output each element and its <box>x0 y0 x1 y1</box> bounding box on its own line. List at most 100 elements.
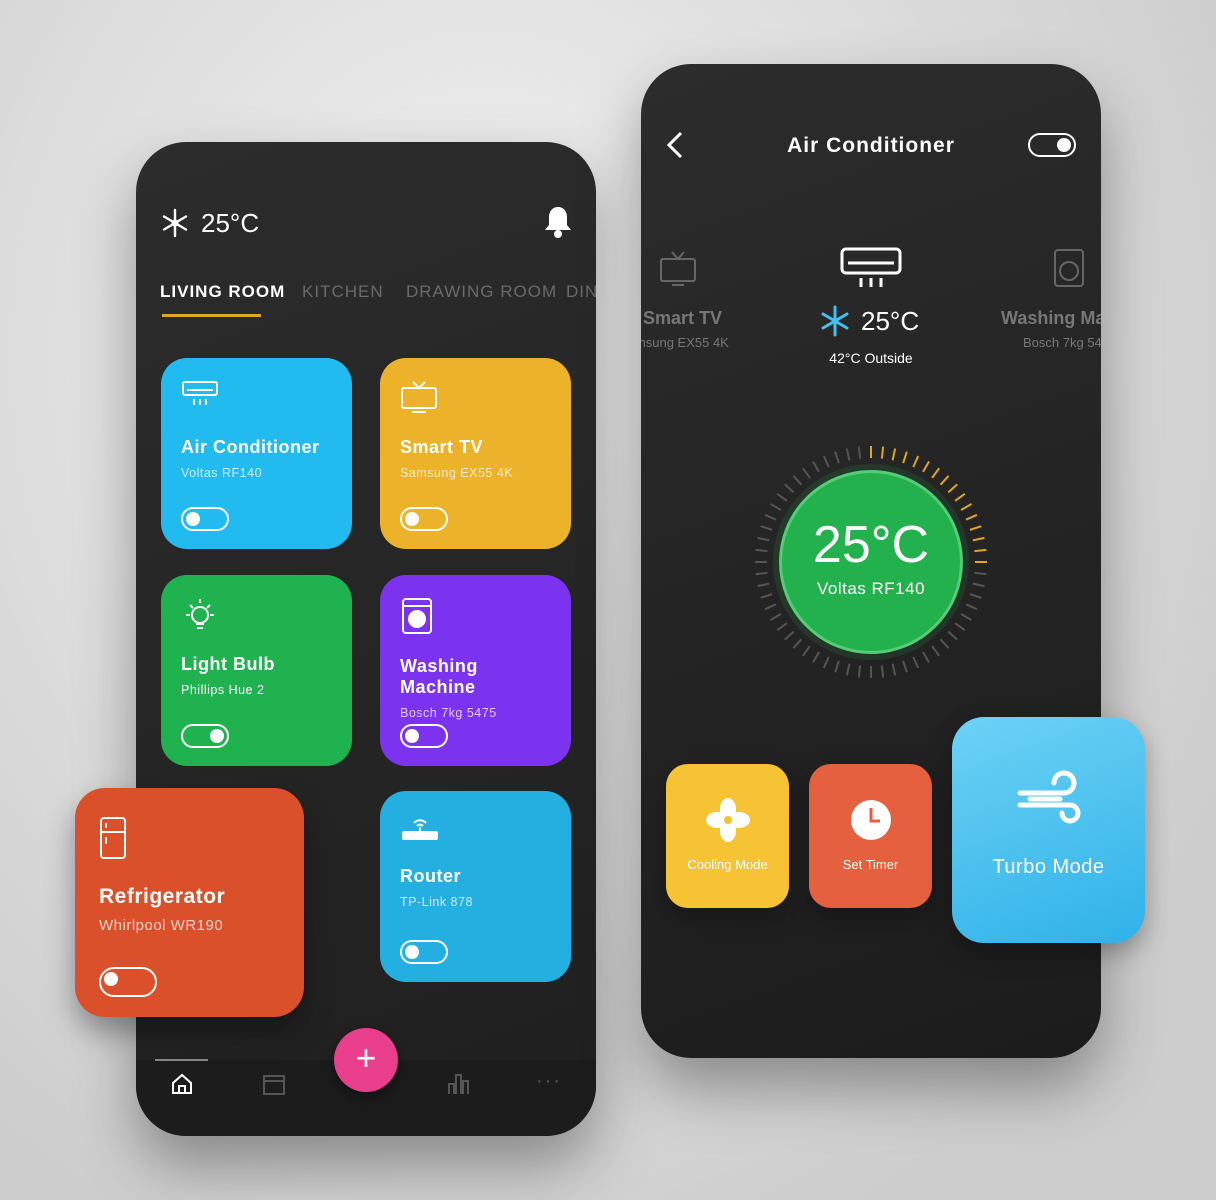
dial-tick <box>764 513 777 521</box>
bell-icon[interactable] <box>544 205 572 239</box>
dial-tick <box>969 525 982 531</box>
clock-icon <box>850 800 891 840</box>
home-icon[interactable] <box>170 1072 194 1096</box>
power-toggle[interactable] <box>1028 133 1076 157</box>
device-toggle[interactable] <box>400 940 448 964</box>
device-toggle[interactable] <box>400 724 448 748</box>
snowflake-icon <box>821 305 849 337</box>
device-toggle[interactable] <box>181 724 229 748</box>
mode-label: Cooling Mode <box>687 857 768 872</box>
dial-tick <box>776 493 788 502</box>
active-tab-underline <box>162 314 261 317</box>
device-model: TP-Link 878 <box>400 895 473 909</box>
temperature-dial[interactable]: 25°C Voltas RF140 <box>779 470 963 654</box>
dial-tick <box>902 660 908 673</box>
dial-tick <box>822 455 830 468</box>
dial-tick <box>939 475 950 486</box>
dial-tick <box>880 446 885 459</box>
dial-tick <box>784 483 795 494</box>
dial-tick <box>784 630 795 641</box>
device-card-washing-machine[interactable]: Washing Machine Bosch 7kg 5475 <box>380 575 571 766</box>
dial-tick <box>760 525 773 531</box>
dial-tick <box>812 461 820 473</box>
dial-tick <box>965 513 978 521</box>
dial-tick <box>960 503 972 511</box>
washing-machine-icon <box>1054 249 1084 287</box>
calendar-icon[interactable] <box>262 1072 286 1096</box>
cooling-mode-button[interactable]: Cooling Mode <box>666 764 789 908</box>
carousel-device-model: Bosch 7kg 5475 <box>1023 335 1101 350</box>
carousel-device-model: Samsung EX55 4K <box>641 335 729 350</box>
mode-label: Turbo Mode <box>992 856 1105 878</box>
dial-tick <box>845 448 851 461</box>
tab-drawing-room[interactable]: DRAWING ROOM <box>406 282 557 302</box>
add-device-button[interactable]: + <box>334 1028 398 1092</box>
dial-tick <box>902 451 908 464</box>
dial-tick <box>969 593 982 599</box>
snowflake-icon <box>162 208 188 238</box>
dial-temperature: 25°C <box>812 516 930 574</box>
device-model: Whirlpool WR190 <box>99 917 224 934</box>
dial-tick <box>770 613 782 621</box>
device-card-router[interactable]: Router TP-Link 878 <box>380 791 571 982</box>
current-temperature: 25°C <box>201 208 260 238</box>
dial-tick <box>764 603 777 611</box>
tab-dining[interactable]: DINI <box>566 282 596 302</box>
carousel-device-name[interactable]: Washing Machine <box>1001 308 1101 329</box>
fan-icon <box>705 798 750 842</box>
dial-tick <box>812 651 820 663</box>
bar-chart-icon[interactable] <box>446 1072 470 1096</box>
dial-tick <box>802 645 811 657</box>
dial-tick <box>755 548 768 553</box>
dial-tick <box>757 582 770 588</box>
dial-tick <box>845 663 851 676</box>
device-model: Voltas RF140 <box>181 466 263 480</box>
tab-kitchen[interactable]: KITCHEN <box>302 282 384 302</box>
carousel-device-name[interactable]: Smart TV <box>643 308 722 329</box>
dial-tick <box>974 548 987 553</box>
turbo-mode-button[interactable]: Turbo Mode <box>952 717 1145 943</box>
dial-tick <box>834 660 840 673</box>
refrigerator-icon <box>100 817 126 859</box>
device-toggle[interactable] <box>400 507 448 531</box>
current-temperature: 25°C <box>861 306 920 336</box>
dial-tick <box>757 536 770 542</box>
wind-icon <box>1017 770 1080 824</box>
more-icon[interactable]: ··· <box>536 1070 562 1093</box>
dial-tick <box>770 503 782 511</box>
dial-tick <box>939 638 950 649</box>
device-toggle[interactable] <box>181 507 229 531</box>
device-model: Bosch 7kg 5475 <box>400 706 497 720</box>
air-conditioner-icon <box>840 247 902 287</box>
tab-living-room[interactable]: LIVING ROOM <box>160 282 285 302</box>
dial-tick <box>947 630 958 641</box>
dial-tick <box>947 483 958 494</box>
dial-tick <box>974 571 987 576</box>
dial-tick <box>792 475 803 486</box>
dial-tick <box>965 603 978 611</box>
dial-tick <box>931 645 940 657</box>
set-timer-button[interactable]: Set Timer <box>809 764 932 908</box>
dial-tick <box>776 622 788 631</box>
dial-tick <box>972 536 985 542</box>
device-model: Samsung EX55 4K <box>400 466 514 480</box>
dial-tick <box>912 455 920 468</box>
dial-tick <box>802 467 811 479</box>
mode-label: Set Timer <box>842 857 899 872</box>
light-bulb-icon <box>186 599 214 629</box>
dial-device: Voltas RF140 <box>816 579 926 598</box>
device-name: Router <box>400 866 461 886</box>
device-card-refrigerator[interactable]: Refrigerator Whirlpool WR190 <box>75 788 304 1017</box>
device-card-light-bulb[interactable]: Light Bulb Phillips Hue 2 <box>161 575 352 766</box>
dial-tick <box>755 571 768 576</box>
dial-tick <box>891 663 897 676</box>
dial-tick <box>922 651 930 663</box>
device-card-air-conditioner[interactable]: Air Conditioner Voltas RF140 <box>161 358 352 549</box>
device-model: Phillips Hue 2 <box>181 683 265 697</box>
dial-tick <box>954 622 966 631</box>
dial-tick <box>960 613 972 621</box>
dial-tick <box>857 665 862 678</box>
device-toggle[interactable] <box>99 967 157 997</box>
device-card-smart-tv[interactable]: Smart TV Samsung EX55 4K <box>380 358 571 549</box>
router-icon <box>402 819 438 840</box>
